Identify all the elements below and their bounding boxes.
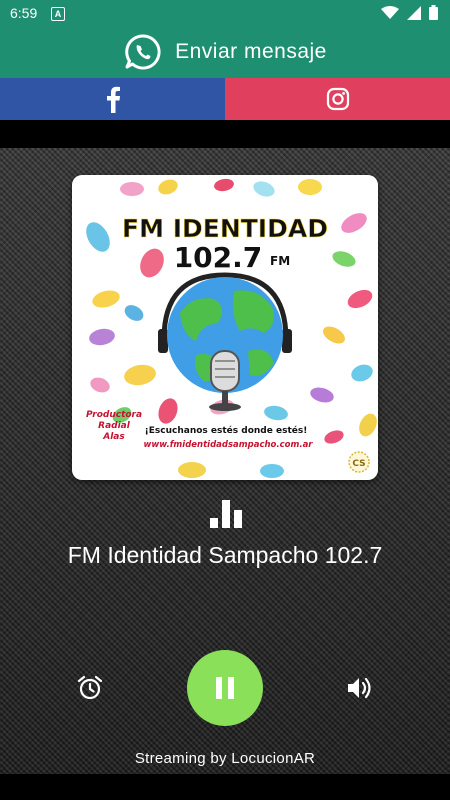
station-cover-art: FM IDENTIDAD 102.7 FM Productora Radial … <box>72 175 378 480</box>
producer-label: Productora Radial Alas <box>86 410 142 442</box>
pause-icon <box>216 677 234 699</box>
whatsapp-icon <box>125 34 161 70</box>
facebook-icon <box>106 86 120 113</box>
pause-button[interactable] <box>187 650 263 726</box>
cover-website: www.fmidentidadsampacho.com.ar <box>143 440 313 450</box>
producer-line2: Radial <box>98 421 131 431</box>
instagram-icon <box>326 87 349 111</box>
equalizer-icon <box>210 500 242 528</box>
cover-title-fm: FM <box>270 254 290 268</box>
facebook-button[interactable] <box>0 78 225 120</box>
spacer-strip <box>0 120 450 148</box>
status-icons <box>381 5 438 20</box>
alarm-clock-icon[interactable] <box>76 674 104 702</box>
globe-microphone-logo <box>158 272 292 411</box>
cs-badge-text: CS <box>352 459 365 469</box>
volume-icon[interactable] <box>345 674 373 702</box>
cover-tagline: ¡Escuchanos estés donde estés! <box>145 425 308 436</box>
whatsapp-message-button[interactable]: Enviar mensaje <box>0 26 450 78</box>
notification-icon: A <box>51 7 65 21</box>
streaming-credit: Streaming by LocucionAR <box>134 750 316 767</box>
cover-title-frequency: 102.7 <box>174 241 263 274</box>
system-navigation-bar <box>0 774 450 800</box>
cs-badge: CS <box>348 451 370 473</box>
station-name: FM Identidad Sampacho 102.7 <box>67 542 383 568</box>
signal-icon <box>407 5 421 20</box>
social-links <box>0 78 450 120</box>
wifi-icon <box>381 5 399 19</box>
status-bar: 6:59 A <box>0 0 450 26</box>
producer-line1: Productora <box>86 410 142 420</box>
status-time: 6:59 <box>10 5 38 21</box>
battery-icon <box>429 5 438 20</box>
cover-title-line1: FM IDENTIDAD <box>122 214 328 243</box>
producer-line3: Alas <box>102 432 125 442</box>
instagram-button[interactable] <box>225 78 450 120</box>
whatsapp-label: Enviar mensaje <box>175 40 327 63</box>
